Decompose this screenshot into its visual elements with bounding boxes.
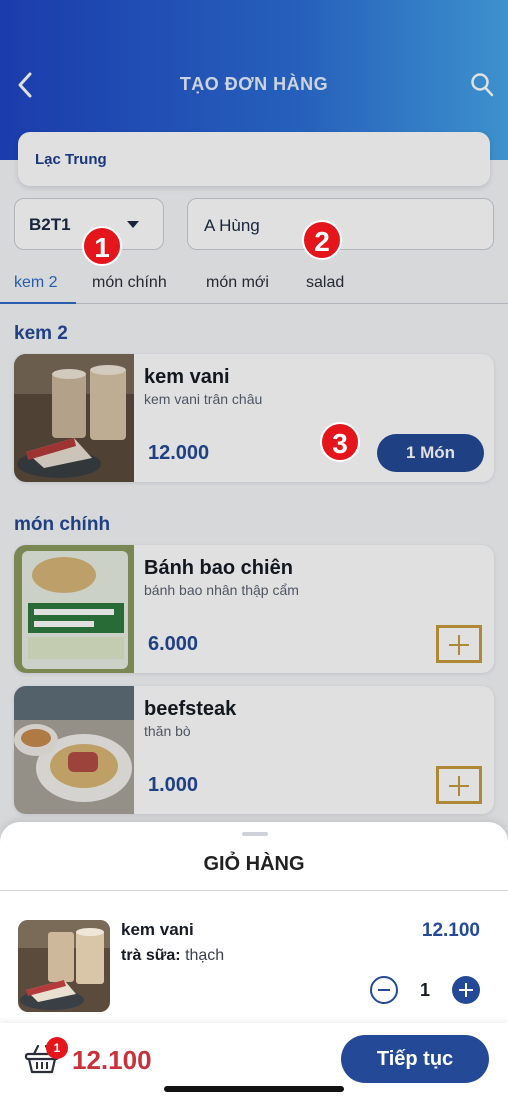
product-description: bánh bao nhân thập cẩm: [144, 582, 299, 598]
cart-item: kem vani trà sữa: thạch 12.100 1: [18, 920, 490, 1016]
item-count-button[interactable]: 1 Món: [377, 434, 484, 472]
staff-field-value: A Hùng: [204, 216, 260, 235]
product-name: Bánh bao chiên: [144, 557, 293, 579]
divider: [0, 890, 508, 891]
tab-mon-chinh[interactable]: món chính: [92, 274, 167, 292]
table-select-value: B2T1: [29, 215, 71, 234]
minus-icon[interactable]: [370, 976, 398, 1004]
tab-kem-2[interactable]: kem 2: [14, 274, 58, 292]
product-description: kem vani trân châu: [144, 391, 263, 407]
page-title: TẠO ĐƠN HÀNG: [179, 74, 329, 94]
cart-item-image: [18, 920, 110, 1012]
product-image: [14, 354, 134, 482]
product-name: beefsteak: [144, 698, 237, 720]
sheet-drag-handle[interactable]: [242, 832, 268, 836]
product-name: kem vani: [144, 366, 230, 388]
product-description: thăn bò: [144, 723, 191, 739]
section-title-mon-chinh: món chính: [14, 514, 111, 535]
customer-name: Lạc Trung: [35, 151, 107, 168]
search-icon[interactable]: [470, 72, 494, 98]
add-item-button[interactable]: [436, 766, 482, 804]
quantity-value: 1: [419, 980, 430, 1000]
continue-button[interactable]: Tiếp tục: [341, 1035, 489, 1083]
product-card-banh-bao-chien[interactable]: Bánh bao chiên bánh bao nhân thập cẩm 6.…: [14, 545, 494, 673]
cart-title: GIỎ HÀNG: [203, 853, 305, 875]
cart-item-name: kem vani: [121, 920, 194, 939]
product-image: [14, 686, 134, 814]
product-price: 12.000: [148, 442, 210, 464]
tab-active-indicator: [0, 302, 76, 304]
order-screen: TẠO ĐƠN HÀNG Lạc Trung B2T1 A Hùng kem 2…: [0, 0, 508, 1101]
customer-card[interactable]: Lạc Trung: [18, 132, 490, 186]
category-tabs: kem 2 món chính món mới salad: [0, 266, 508, 304]
home-indicator: [164, 1086, 344, 1092]
annotation-badge-3: 3: [320, 422, 360, 462]
annotation-badge-2: 2: [302, 220, 342, 260]
quantity-stepper: 1: [370, 974, 480, 1006]
product-price: 1.000: [148, 774, 199, 796]
add-item-button[interactable]: [436, 625, 482, 663]
option-value: thạch: [185, 947, 225, 964]
plus-icon[interactable]: [452, 976, 480, 1004]
section-title-kem-2: kem 2: [14, 323, 68, 344]
cart-item-price: 12.100: [421, 920, 480, 941]
caret-down-icon: [127, 221, 139, 228]
option-label: trà sữa:: [121, 947, 181, 964]
product-card-kem-vani[interactable]: kem vani kem vani trân châu 12.000 1 Món: [14, 354, 494, 482]
tab-mon-moi[interactable]: món mới: [206, 274, 269, 292]
annotation-badge-1: 1: [82, 226, 122, 266]
product-price: 6.000: [148, 633, 199, 655]
product-card-beefsteak[interactable]: beefsteak thăn bò 1.000: [14, 686, 494, 814]
tab-salad[interactable]: salad: [306, 274, 344, 292]
cart-count-badge: 1: [46, 1037, 68, 1059]
cart-item-option: trà sữa: thạch: [121, 947, 224, 965]
product-image: [14, 545, 134, 673]
cart-total: 12.100: [72, 1045, 152, 1075]
